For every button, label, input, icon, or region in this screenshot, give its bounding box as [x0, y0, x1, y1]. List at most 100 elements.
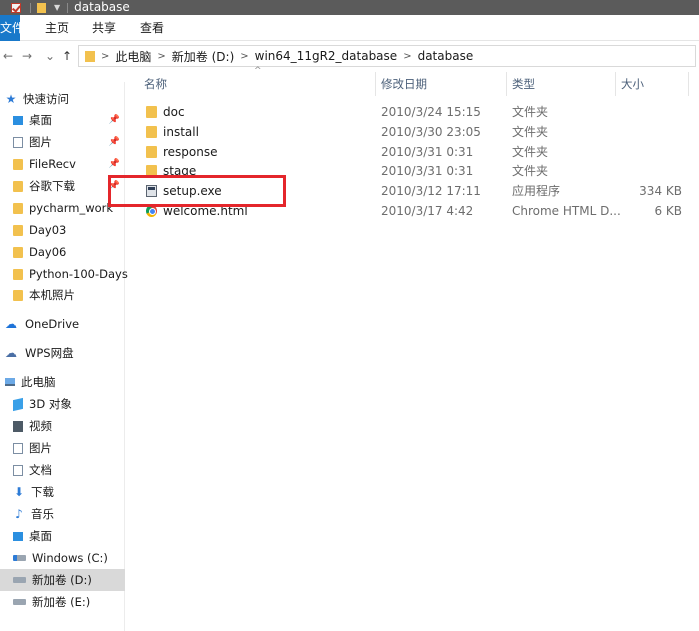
chevron-down-icon[interactable]: ▼ — [54, 3, 60, 12]
file-row-response[interactable]: response 2010/3/31 0:31 文件夹 — [140, 142, 695, 162]
file-type: 应用程序 — [512, 184, 561, 198]
sidebar-item-google-downloads[interactable]: 谷歌下载 📌 — [0, 175, 125, 197]
sidebar-item-filerecv[interactable]: FileRecv 📌 — [0, 153, 125, 175]
file-type: 文件夹 — [512, 145, 549, 159]
column-divider[interactable] — [688, 72, 689, 96]
tab-home[interactable]: 主页 — [45, 15, 69, 41]
file-row-install[interactable]: install 2010/3/30 23:05 文件夹 — [140, 122, 695, 142]
sidebar-item-pc-pictures[interactable]: 图片 — [0, 437, 125, 459]
sidebar-item-label: 桌面 — [29, 113, 52, 127]
chrome-icon — [146, 205, 157, 217]
pin-icon[interactable]: 📌 — [109, 159, 120, 169]
file-name: install — [163, 125, 199, 139]
sidebar-item-3d-objects[interactable]: 3D 对象 — [0, 393, 125, 415]
forward-button[interactable]: → — [22, 42, 32, 70]
desktop-icon — [13, 531, 23, 541]
chevron-right-icon[interactable]: > — [240, 51, 248, 62]
folder-icon — [146, 165, 157, 177]
drive-icon — [13, 577, 26, 583]
file-type: 文件夹 — [512, 164, 549, 178]
title-bar: ▼ database — [0, 0, 699, 15]
file-row-welcome-html[interactable]: welcome.html 2010/3/17 4:42 Chrome HTML … — [140, 201, 695, 221]
column-divider[interactable] — [615, 72, 616, 96]
sidebar-item-python-100-days[interactable]: Python-100-Days — [0, 263, 128, 285]
tab-share[interactable]: 共享 — [92, 15, 116, 41]
sidebar-item-day06[interactable]: Day06 — [0, 241, 125, 263]
file-date: 2010/3/17 4:42 — [381, 204, 474, 218]
breadcrumb-this-pc[interactable]: 此电脑 — [115, 48, 151, 65]
sidebar-item-documents[interactable]: 文档 — [0, 459, 125, 481]
pin-icon[interactable]: 📌 — [109, 137, 120, 147]
sidebar-item-label: 视频 — [29, 419, 52, 433]
ribbon-tabs: 文件 主页 共享 查看 — [0, 15, 699, 41]
sidebar-item-label: FileRecv — [29, 157, 76, 171]
sidebar-item-pictures[interactable]: 图片 📌 — [0, 131, 125, 153]
sidebar-item-label: 新加卷 (D:) — [32, 573, 92, 587]
folder-icon — [13, 180, 23, 192]
breadcrumb-database[interactable]: database — [418, 49, 474, 63]
sidebar-item-label: 桌面 — [29, 529, 52, 543]
music-icon: ♪ — [15, 506, 23, 521]
sidebar-item-music[interactable]: ♪ 音乐 — [0, 503, 125, 525]
address-bar[interactable]: > 此电脑 > 新加卷 (D:) > win64_11gR2_database … — [78, 45, 696, 67]
file-name: response — [163, 145, 218, 159]
sidebar-item-label: 3D 对象 — [29, 397, 72, 411]
column-header-date[interactable]: 修改日期 — [381, 72, 427, 96]
sidebar-item-drive-c[interactable]: Windows (C:) — [0, 547, 125, 569]
back-button[interactable]: ← — [3, 42, 13, 70]
column-header-name[interactable]: 名称 — [144, 72, 167, 96]
pin-icon[interactable]: 📌 — [109, 115, 120, 125]
folder-icon — [85, 50, 95, 62]
sidebar-item-this-pc[interactable]: 此电脑 — [0, 371, 125, 393]
file-type: 文件夹 — [512, 125, 549, 139]
chevron-right-icon[interactable]: > — [101, 51, 109, 62]
sidebar-item-label: WPS网盘 — [25, 346, 74, 360]
column-divider[interactable] — [506, 72, 507, 96]
recent-locations-button[interactable]: ⌄ — [45, 42, 55, 70]
folder-icon — [13, 246, 23, 258]
folder-icon — [13, 268, 23, 280]
pin-icon[interactable]: 📌 — [109, 181, 120, 191]
chevron-right-icon[interactable]: > — [157, 51, 165, 62]
sidebar-item-onedrive[interactable]: ☁ OneDrive — [0, 313, 125, 335]
folder-icon — [146, 146, 157, 158]
sidebar-item-desktop[interactable]: 桌面 📌 — [0, 109, 125, 131]
windows-drive-icon — [13, 555, 26, 561]
column-divider[interactable] — [375, 72, 376, 96]
folder-icon — [13, 224, 23, 236]
checkbox-icon[interactable] — [11, 2, 21, 13]
sidebar-item-pc-desktop[interactable]: 桌面 — [0, 525, 125, 547]
sidebar-item-drive-d[interactable]: 新加卷 (D:) — [0, 569, 125, 591]
tab-view[interactable]: 查看 — [140, 15, 164, 41]
sidebar-item-pycharm-work[interactable]: pycharm_work — [0, 197, 125, 219]
chevron-right-icon[interactable]: > — [403, 51, 411, 62]
file-row-doc[interactable]: doc 2010/3/24 15:15 文件夹 — [140, 102, 695, 122]
column-header-size[interactable]: 大小 — [621, 72, 644, 96]
breadcrumb-win64-database[interactable]: win64_11gR2_database — [255, 49, 398, 63]
file-date: 2010/3/31 0:31 — [381, 164, 474, 178]
cloud-icon: ☁ — [5, 316, 17, 331]
tab-file[interactable]: 文件 — [0, 15, 20, 41]
file-date: 2010/3/12 17:11 — [381, 184, 481, 198]
divider — [67, 2, 69, 13]
sidebar-item-videos[interactable]: 视频 — [0, 415, 125, 437]
folder-icon — [13, 202, 23, 214]
sidebar-item-label: 文档 — [29, 463, 52, 477]
file-size: 334 KB — [639, 184, 682, 198]
window-title: database — [74, 0, 130, 14]
sidebar-item-label: 本机照片 — [29, 288, 75, 302]
sidebar-item-wps-drive[interactable]: ☁ WPS网盘 — [0, 342, 125, 364]
sidebar-item-drive-e[interactable]: 新加卷 (E:) — [0, 591, 125, 613]
up-button[interactable]: ↑ — [62, 42, 72, 70]
divider — [30, 2, 31, 13]
sidebar-item-local-photos[interactable]: 本机照片 — [0, 284, 125, 306]
sidebar-item-downloads[interactable]: ⬇ 下载 — [0, 481, 125, 503]
column-header-type[interactable]: 类型 — [512, 72, 535, 96]
sidebar-item-quick-access[interactable]: ★ 快速访问 — [0, 88, 125, 110]
breadcrumb-drive-d[interactable]: 新加卷 (D:) — [172, 48, 234, 65]
file-row-setup-exe[interactable]: setup.exe 2010/3/12 17:11 应用程序 334 KB — [140, 181, 695, 201]
file-row-stage[interactable]: stage 2010/3/31 0:31 文件夹 — [140, 161, 695, 181]
folder-icon — [13, 289, 23, 301]
sidebar-item-day03[interactable]: Day03 — [0, 219, 125, 241]
navigation-pane: ★ 快速访问 桌面 📌 图片 📌 FileRecv 📌 谷歌下载 📌 pycha… — [0, 82, 128, 631]
